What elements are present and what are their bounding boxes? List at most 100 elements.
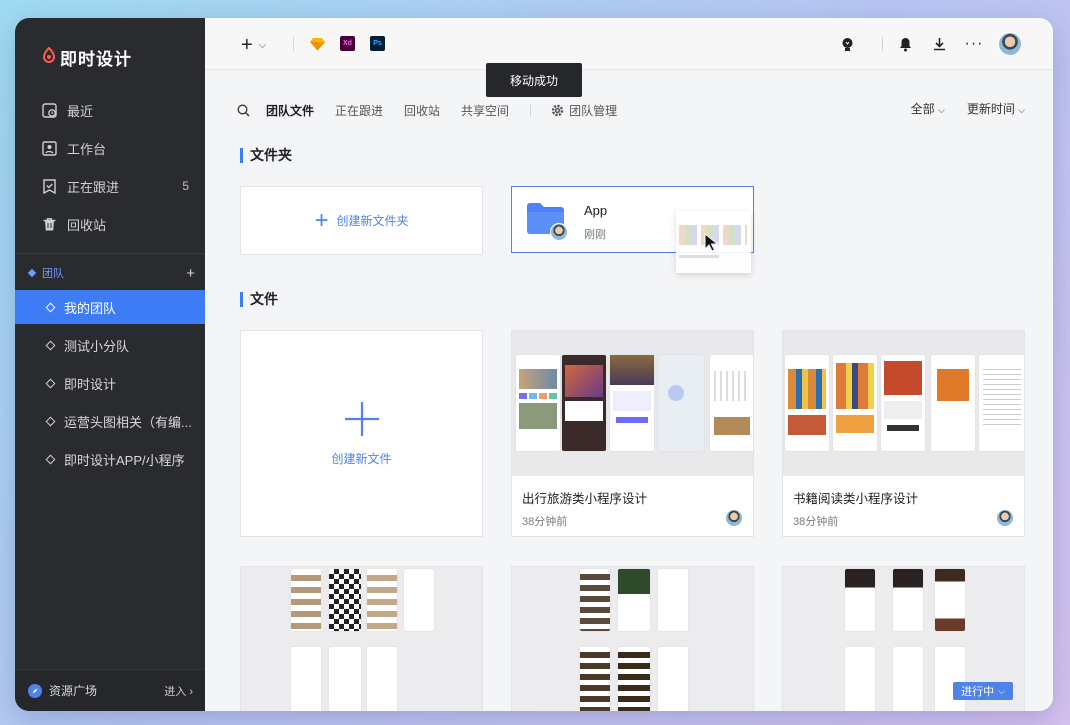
folder-time: 刚刚: [584, 229, 606, 241]
filters: 全部 ⌵ 更新时间 ⌵: [911, 100, 1025, 117]
file-thumbnail: [512, 331, 753, 476]
sidebar-item-trash[interactable]: 回收站: [41, 212, 201, 236]
mockup-screen: [931, 355, 975, 451]
mockup-screen: [580, 647, 610, 711]
team-item-label: 测试小分队: [64, 338, 130, 354]
filter-all-label: 全部: [910, 102, 935, 116]
chevron-down-icon: ⌵: [258, 40, 267, 51]
new-dropdown-button[interactable]: + ⌵: [241, 34, 266, 57]
filter-all-dropdown[interactable]: 全部 ⌵: [911, 100, 945, 117]
files-section-title: 文件: [240, 289, 278, 309]
file-time: 38分钟前: [793, 516, 839, 528]
compass-icon: [28, 683, 42, 698]
mockup-screen: [845, 647, 875, 711]
mockup-screen: [562, 355, 606, 451]
trash-icon: [41, 216, 57, 232]
team-item-operations[interactable]: 运营头图相关（有编...: [15, 404, 205, 438]
app-window: 即时设计 最近 工作台 正在跟进 5 回收站 团队 + 我的团队 测试小分队 即…: [15, 18, 1053, 711]
xd-icon[interactable]: Xd: [340, 36, 355, 51]
app-name: 即时设计: [60, 50, 132, 69]
create-file-card[interactable]: 创建新文件: [240, 330, 483, 537]
tab-team-files[interactable]: 团队文件: [266, 102, 314, 119]
mockup-screen: [845, 569, 875, 631]
chevron-down-icon: ⌵: [1018, 105, 1025, 115]
sort-dropdown[interactable]: 更新时间 ⌵: [967, 100, 1025, 117]
team-item-my-team[interactable]: 我的团队: [15, 290, 205, 324]
clock-icon: [41, 102, 57, 118]
folder-name: App: [584, 203, 608, 218]
bulb-icon[interactable]: [837, 34, 857, 54]
file-title: 书籍阅读类小程序设计: [793, 492, 919, 506]
sketch-icon[interactable]: [310, 36, 325, 51]
plus-icon: +: [241, 34, 253, 56]
tab-shared-space[interactable]: 共享空间: [461, 102, 509, 119]
team-manage-button[interactable]: 团队管理: [551, 102, 617, 119]
mockup-screen: [979, 355, 1024, 451]
file-card-partial-1[interactable]: [240, 566, 483, 711]
team-header[interactable]: 团队 +: [27, 263, 195, 283]
resource-square[interactable]: 资源广场 进入 ›: [15, 669, 205, 711]
mockup-screen: [658, 355, 704, 451]
mockup-screen: [833, 355, 877, 451]
file-card-travel[interactable]: 出行旅游类小程序设计 38分钟前: [511, 330, 754, 537]
status-badge[interactable]: 进行中 ⌵: [953, 682, 1013, 700]
sidebar-item-recent[interactable]: 最近: [41, 98, 201, 122]
team-header-label: 团队: [42, 268, 64, 280]
create-folder-card[interactable]: + 创建新文件夹: [240, 186, 483, 255]
enter-link[interactable]: 进入 ›: [164, 683, 193, 699]
mockup-screen: [618, 569, 650, 631]
tab-following[interactable]: 正在跟进: [335, 102, 383, 119]
team-item-test-squad[interactable]: 测试小分队: [15, 328, 205, 362]
mockup-screen: [516, 355, 560, 451]
sidebar-item-workbench[interactable]: 工作台: [41, 136, 201, 160]
ps-label: Ps: [373, 40, 382, 47]
enter-label: 进入: [164, 685, 187, 698]
mockup-screen: [710, 355, 753, 451]
mockup-screen: [658, 569, 688, 631]
mockup-screen: [291, 569, 321, 631]
sidebar-item-label: 回收站: [67, 217, 107, 233]
tab-trash[interactable]: 回收站: [404, 102, 440, 119]
app-logo[interactable]: 即时设计: [42, 45, 132, 70]
sidebar-item-label: 正在跟进: [67, 179, 120, 195]
plus-icon: [344, 401, 380, 440]
team-item-label: 即时设计: [64, 376, 117, 392]
diamond-icon: [45, 302, 56, 312]
mockup-screen: [404, 569, 434, 631]
chevron-down-icon: ⌵: [937, 105, 945, 115]
sidebar-item-label: 最近: [67, 103, 94, 119]
sidebar-item-following[interactable]: 正在跟进 5: [41, 174, 201, 198]
mockup-screen: [935, 647, 965, 711]
search-icon[interactable]: [237, 104, 250, 117]
create-file-label: 创建新文件: [331, 451, 392, 466]
plus-icon: +: [314, 206, 329, 234]
mockup-screen: [935, 569, 965, 631]
ps-icon[interactable]: Ps: [370, 36, 385, 51]
add-team-icon[interactable]: +: [186, 265, 195, 282]
mockup-screen: [580, 569, 610, 631]
sort-label: 更新时间: [966, 102, 1015, 116]
file-card-reading[interactable]: 书籍阅读类小程序设计 38分钟前: [782, 330, 1025, 537]
file-title: 出行旅游类小程序设计: [522, 492, 648, 506]
sidebar-item-label: 工作台: [67, 141, 107, 157]
file-card-partial-2[interactable]: [511, 566, 754, 711]
mockup-screen: [610, 355, 654, 451]
user-avatar[interactable]: [998, 32, 1022, 56]
mockup-screen: [329, 647, 361, 711]
diamond-icon: [45, 378, 56, 388]
mockup-screen: [367, 647, 397, 711]
logo-icon: [42, 46, 56, 68]
toolbar-divider: [882, 37, 883, 51]
team-item-label: 运营头图相关（有编...: [64, 414, 192, 430]
folder-owner-avatar: [550, 223, 568, 241]
workbench-icon: [41, 140, 57, 156]
team-item-jishi[interactable]: 即时设计: [15, 366, 205, 400]
file-tabs: 团队文件 正在跟进 回收站 共享空间 团队管理: [237, 100, 617, 120]
team-item-label: 我的团队: [64, 300, 117, 316]
download-icon[interactable]: [929, 34, 949, 54]
more-icon[interactable]: ···: [964, 34, 984, 54]
team-item-app[interactable]: 即时设计APP/小程序: [15, 442, 205, 476]
bell-icon[interactable]: [895, 34, 915, 54]
file-owner-avatar: [725, 509, 743, 527]
toast-message: 移动成功: [486, 63, 582, 97]
